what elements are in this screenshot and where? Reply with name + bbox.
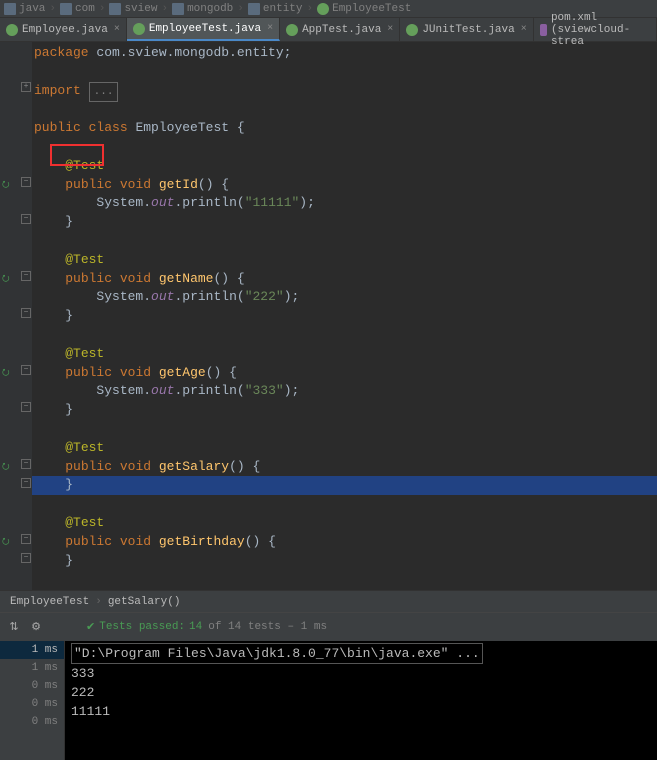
class-icon <box>286 24 298 36</box>
tree-row[interactable]: 1 ms <box>0 641 64 659</box>
fold-icon[interactable]: − <box>21 365 31 375</box>
fold-icon[interactable]: − <box>21 459 31 469</box>
chevron-right-icon: › <box>161 3 168 15</box>
class-icon <box>406 24 418 36</box>
breadcrumb-item[interactable]: com <box>60 3 95 15</box>
check-icon: ✔ <box>86 620 95 634</box>
tree-row[interactable]: 0 ms <box>0 677 64 695</box>
tree-row[interactable]: 0 ms <box>0 695 64 713</box>
run-gutter-icon[interactable]: ⭮ <box>2 271 12 281</box>
code-editor[interactable]: + ⭮ − − ⭮ − − ⭮ − − ⭮ − − ⭮ − − package … <box>0 42 657 590</box>
console-cmd: "D:\Program Files\Java\jdk1.8.0_77\bin\j… <box>71 643 483 664</box>
fold-icon[interactable]: − <box>21 402 31 412</box>
highlight-box <box>50 144 104 166</box>
tab-employee[interactable]: Employee.java× <box>0 18 127 41</box>
panel-toolbar: ⇅ ⚙ ✔ Tests passed: 14 of 14 tests – 1 m… <box>0 613 657 641</box>
chevron-right-icon: › <box>49 3 56 15</box>
run-gutter-icon[interactable]: ⭮ <box>2 177 12 187</box>
folder-icon <box>248 3 260 15</box>
breadcrumb-item[interactable]: EmployeeTest <box>317 3 411 15</box>
run-gutter-icon[interactable]: ⭮ <box>2 365 12 375</box>
fold-icon[interactable]: − <box>21 177 31 187</box>
folder-icon <box>172 3 184 15</box>
fold-icon[interactable]: − <box>21 553 31 563</box>
close-icon[interactable]: × <box>387 24 393 35</box>
class-icon <box>6 24 18 36</box>
run-panel: ⇅ ⚙ ✔ Tests passed: 14 of 14 tests – 1 m… <box>0 612 657 759</box>
breadcrumb-item[interactable]: mongodb <box>172 3 233 15</box>
tree-row[interactable]: 0 ms <box>0 713 64 731</box>
close-icon[interactable]: × <box>267 23 273 34</box>
class-icon <box>317 3 329 15</box>
folder-icon <box>60 3 72 15</box>
console-line: 222 <box>71 683 651 702</box>
editor-gutter[interactable]: + ⭮ − − ⭮ − − ⭮ − − ⭮ − − ⭮ − − <box>0 42 32 590</box>
breadcrumb-item[interactable]: java <box>4 3 45 15</box>
breadcrumb-item[interactable]: entity <box>248 3 303 15</box>
gear-icon[interactable]: ⚙ <box>28 619 44 635</box>
xml-icon <box>540 24 547 36</box>
folder-icon <box>109 3 121 15</box>
breadcrumb-item[interactable]: sview <box>109 3 157 15</box>
tab-apptest[interactable]: AppTest.java× <box>280 18 400 41</box>
folder-icon <box>4 3 16 15</box>
panel-body: 1 ms 1 ms 0 ms 0 ms 0 ms "D:\Program Fil… <box>0 641 657 760</box>
fold-icon[interactable]: − <box>21 308 31 318</box>
run-gutter-icon[interactable]: ⭮ <box>2 459 12 469</box>
crumb-class[interactable]: EmployeeTest <box>10 596 89 608</box>
run-gutter-icon[interactable]: ⭮ <box>2 534 12 544</box>
tests-status: ✔ Tests passed: 14 <box>86 620 202 634</box>
fold-icon[interactable]: − <box>21 478 31 488</box>
chevron-right-icon: › <box>99 3 106 15</box>
console-output[interactable]: "D:\Program Files\Java\jdk1.8.0_77\bin\j… <box>65 641 657 760</box>
close-icon[interactable]: × <box>521 24 527 35</box>
test-tree[interactable]: 1 ms 1 ms 0 ms 0 ms 0 ms <box>0 641 65 760</box>
tree-row[interactable]: 1 ms <box>0 659 64 677</box>
crumb-method[interactable]: getSalary() <box>108 596 181 608</box>
fold-icon[interactable]: + <box>21 82 31 92</box>
tests-info: of 14 tests – 1 ms <box>208 621 327 633</box>
console-line: 11111 <box>71 702 651 721</box>
chevron-right-icon: › <box>237 3 244 15</box>
structure-breadcrumb: EmployeeTest › getSalary() <box>0 590 657 612</box>
fold-box[interactable]: ... <box>89 82 119 103</box>
tab-junittest[interactable]: JUnitTest.java× <box>400 18 533 41</box>
close-icon[interactable]: × <box>114 24 120 35</box>
code-area[interactable]: package com.sview.mongodb.entity; import… <box>32 42 657 590</box>
tab-employeetest[interactable]: EmployeeTest.java× <box>127 18 280 41</box>
chevron-right-icon: › <box>307 3 314 15</box>
fold-icon[interactable]: − <box>21 214 31 224</box>
class-icon <box>133 23 145 35</box>
editor-tabs: Employee.java× EmployeeTest.java× AppTes… <box>0 18 657 42</box>
fold-icon[interactable]: − <box>21 534 31 544</box>
fold-icon[interactable]: − <box>21 271 31 281</box>
chevron-right-icon: › <box>95 596 102 608</box>
expand-icon[interactable]: ⇅ <box>6 619 22 635</box>
tab-pom[interactable]: pom.xml (sviewcloud-strea <box>534 18 657 41</box>
console-line: 333 <box>71 664 651 683</box>
